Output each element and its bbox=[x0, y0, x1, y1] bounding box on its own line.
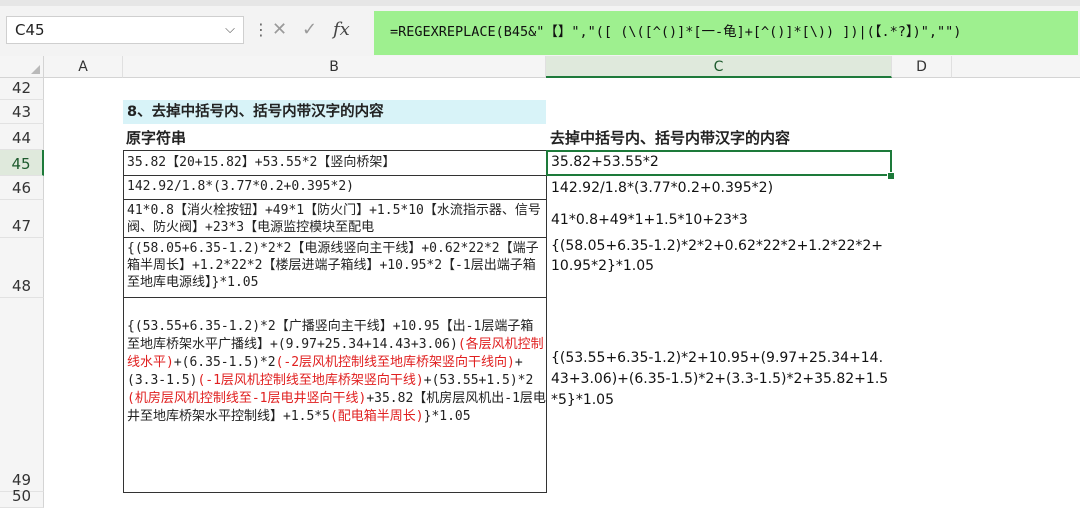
source-cell-b47[interactable]: 41*0.8【消火栓按钮】+49*1【防火门】+1.5*10【水流指示器、信号阀… bbox=[123, 200, 547, 238]
fill-handle[interactable] bbox=[887, 172, 895, 180]
ribbon-edge bbox=[0, 0, 1080, 6]
source-b49-part: (-2层风机控制线至地库桥架竖向干线向) bbox=[275, 355, 515, 370]
select-all-corner[interactable] bbox=[0, 56, 44, 78]
column-header-d[interactable]: D bbox=[892, 56, 952, 78]
cancel-icon[interactable]: ✕ bbox=[272, 16, 287, 44]
source-b49-part: (-1层风机控制线至地库桥架竖向干线) bbox=[197, 373, 424, 388]
source-cell-b49[interactable]: {(53.55+6.35-1.2)*2【广播竖向主干线】+10.95【出-1层端… bbox=[123, 298, 547, 493]
source-b49-part: +(53.55+1.5)*2 bbox=[423, 373, 534, 388]
source-cell-b45[interactable]: 35.82【20+15.82】+53.55*2【竖向桥架】 bbox=[123, 150, 547, 176]
row-header-46[interactable]: 46 bbox=[0, 176, 44, 200]
row-header-50[interactable]: 50 bbox=[0, 487, 44, 508]
column-c-caption[interactable]: 去掉中括号内、括号内带汉字的内容 bbox=[550, 127, 790, 148]
row-header-48[interactable]: 48 bbox=[0, 238, 44, 298]
source-cell-b46[interactable]: 142.92/1.8*(3.77*0.2+0.395*2) bbox=[123, 176, 547, 200]
row-header-47[interactable]: 47 bbox=[0, 200, 44, 238]
more-options-icon[interactable]: ⋮ bbox=[253, 20, 269, 39]
enter-icon[interactable]: ✓ bbox=[302, 16, 317, 44]
column-header-c[interactable]: C bbox=[546, 56, 892, 78]
source-b49-part: }*1.05 bbox=[423, 409, 471, 424]
source-b49-part: (机房层风机控制线至-1层电井竖向干线) bbox=[127, 391, 367, 406]
column-header-a[interactable]: A bbox=[44, 56, 123, 78]
row-header-49[interactable]: 49 bbox=[0, 298, 44, 492]
insert-function-button[interactable]: fx bbox=[333, 16, 350, 44]
source-cell-b48[interactable]: {(58.05+6.35-1.2)*2*2【电源线竖向主干线】+0.62*22*… bbox=[123, 238, 547, 298]
result-cell-c49[interactable]: {(53.55+6.35-1.2)*2+10.95+(9.97+25.34+14… bbox=[549, 348, 891, 448]
row-header-45[interactable]: 45 bbox=[0, 150, 44, 176]
row-header-44[interactable]: 44 bbox=[0, 124, 44, 150]
active-cell-border bbox=[546, 150, 892, 176]
result-cell-c47[interactable]: 41*0.8+49*1+1.5*10+23*3 bbox=[549, 210, 891, 236]
column-header-blank bbox=[952, 56, 1080, 78]
column-header-b[interactable]: B bbox=[123, 56, 546, 78]
section-title[interactable]: 8、去掉中括号内、括号内带汉字的内容 bbox=[123, 100, 546, 124]
row-header-42[interactable]: 42 bbox=[0, 78, 44, 100]
row-header-43[interactable]: 43 bbox=[0, 100, 44, 124]
name-box-value: C45 bbox=[15, 21, 45, 39]
result-cell-c46[interactable]: 142.92/1.8*(3.77*0.2+0.395*2) bbox=[549, 178, 891, 200]
column-b-caption[interactable]: 原字符串 bbox=[126, 127, 186, 148]
name-box[interactable]: C45 ⌵ bbox=[6, 16, 244, 44]
formula-toolbar: C45 ⌵ ⋮ ✕ ✓ fx =REGEXREPLACE(B45&"【】","(… bbox=[0, 0, 1080, 58]
source-b49-part: +(6.35-1.5)*2 bbox=[173, 355, 276, 370]
source-b49-part: (配电箱半周长) bbox=[329, 409, 424, 424]
chevron-down-icon[interactable]: ⌵ bbox=[225, 17, 235, 43]
result-cell-c48[interactable]: {(58.05+6.35-1.2)*2*2+0.62*22*2+1.2*22*2… bbox=[549, 236, 891, 296]
formula-input[interactable]: =REGEXREPLACE(B45&"【】","([ (\([^()]*[一-龟… bbox=[374, 11, 1078, 55]
